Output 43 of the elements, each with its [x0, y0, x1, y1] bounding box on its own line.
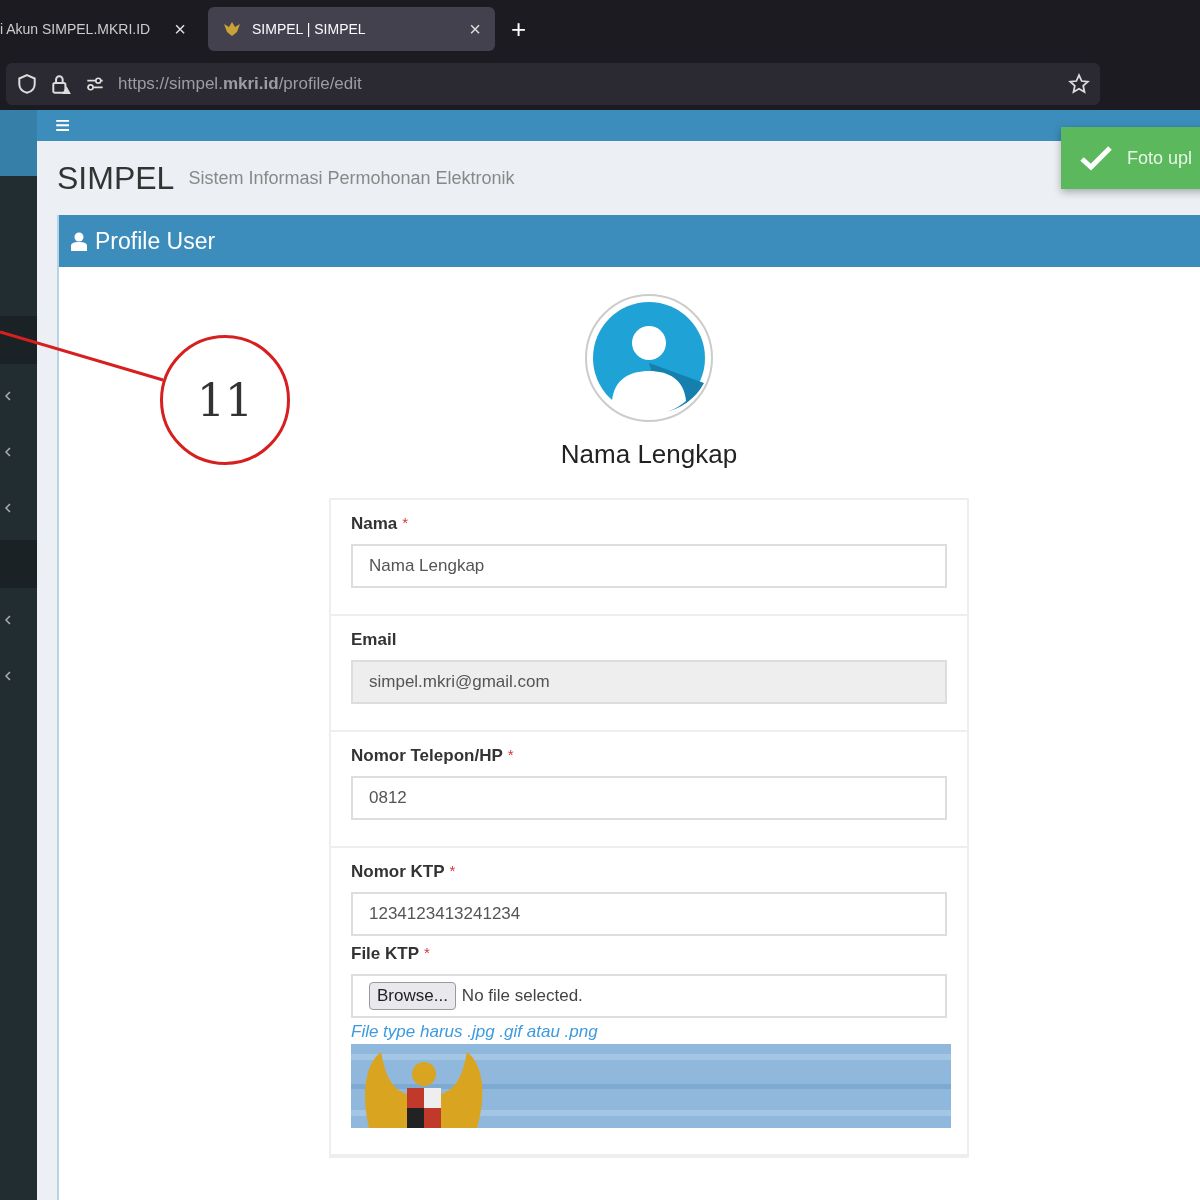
page-subtitle: Sistem Informasi Permohonan Elektronik	[188, 167, 515, 189]
browser-tab[interactable]: SIMPEL | SIMPEL ×	[208, 7, 495, 51]
url-text: https://simpel.mkri.id/profile/edit	[118, 74, 363, 94]
sidebar-logo-area	[0, 110, 37, 176]
chevron-icon	[4, 390, 12, 402]
close-icon[interactable]: ×	[174, 17, 186, 41]
required-mark: *	[424, 944, 430, 963]
input-field[interactable]: 1234123413241234	[351, 892, 947, 936]
file-status: No file selected.	[461, 986, 583, 1006]
chevron-icon	[4, 502, 12, 514]
shield-icon[interactable]	[16, 73, 38, 95]
chevron-icon	[4, 614, 12, 626]
check-icon	[1079, 145, 1113, 171]
browser-tab[interactable]: i Akun SIMPEL.MKRI.ID ×	[0, 7, 200, 51]
chevron-icon	[4, 670, 12, 682]
success-toast: Foto upl	[1061, 127, 1200, 189]
field-label: Nomor KTP	[351, 862, 445, 882]
lock-icon[interactable]	[50, 73, 72, 95]
required-mark: *	[449, 862, 456, 881]
input-field[interactable]: 0812	[351, 776, 947, 820]
field-label: Nama	[351, 514, 398, 534]
sidebar-item[interactable]	[0, 316, 37, 364]
file-input[interactable]: Browse... No file selected.	[351, 974, 947, 1018]
field-label: Email	[351, 630, 397, 650]
input-field: simpel.mkri@gmail.com	[351, 660, 947, 704]
field-label: File KTP	[351, 944, 419, 964]
required-mark: *	[402, 514, 409, 533]
chevron-icon	[4, 446, 12, 458]
file-hint: File type harus .jpg .gif atau .png	[351, 1022, 599, 1042]
close-icon[interactable]: ×	[469, 17, 481, 41]
profile-name: Nama Lengkap	[560, 439, 738, 470]
field-label: Nomor Telepon/HP	[351, 746, 503, 766]
browse-button[interactable]: Browse...	[369, 982, 456, 1010]
box-title: Profile User	[95, 227, 216, 255]
input-field[interactable]: Nama Lengkap	[351, 544, 947, 588]
address-bar[interactable]: https://simpel.mkri.id/profile/edit	[6, 63, 1100, 105]
required-mark: *	[507, 746, 514, 765]
menu-icon[interactable]: ≡	[55, 110, 71, 141]
avatar-icon	[584, 293, 714, 423]
user-icon	[71, 231, 87, 251]
new-tab-button[interactable]: +	[511, 13, 527, 45]
star-icon[interactable]	[1068, 73, 1090, 95]
page-title: SIMPEL	[57, 159, 175, 197]
